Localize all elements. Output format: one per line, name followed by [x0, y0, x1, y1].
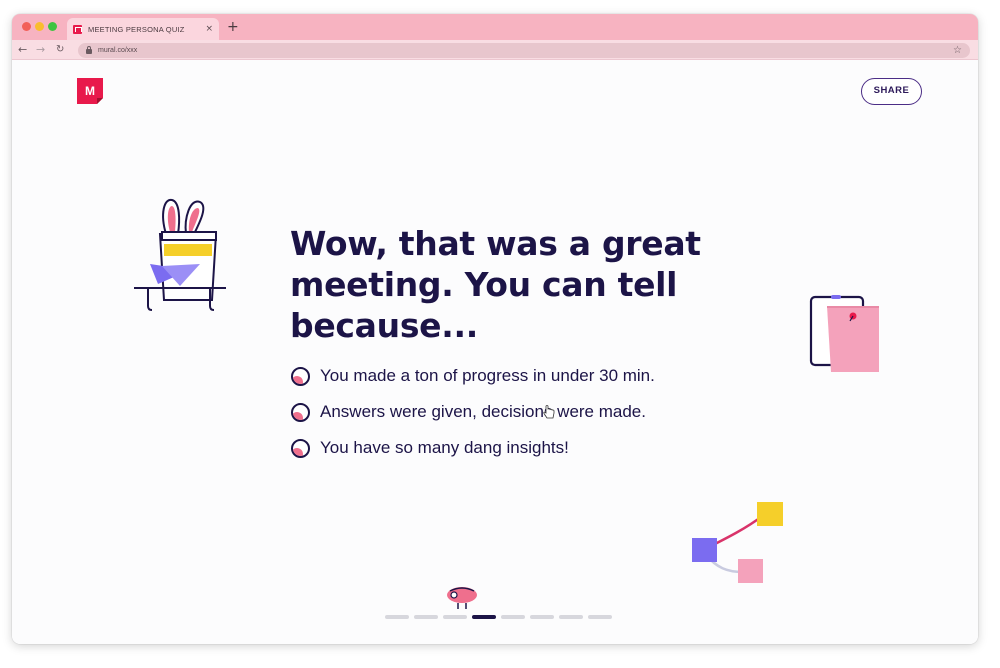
quiz-page: M SHARE Wow, that was a great meeting. Y…	[12, 60, 978, 644]
progress-step-2	[414, 615, 438, 619]
hat-rabbit-illustration	[134, 198, 226, 311]
tab-title: MEETING PERSONA QUIZ	[88, 24, 185, 34]
browser-window: MEETING PERSONA QUIZ × + ← → ↻ mural.co/…	[12, 14, 978, 644]
hand-cursor-icon	[543, 405, 555, 419]
character-illustration	[447, 587, 477, 609]
answer-option-2[interactable]: Answers were given, decisions were made.	[291, 394, 655, 430]
radio-icon[interactable]	[291, 366, 310, 386]
progress-step-6	[530, 615, 554, 619]
forward-arrow-icon[interactable]: →	[36, 42, 45, 58]
tab-strip: MEETING PERSONA QUIZ × +	[12, 14, 978, 40]
progress-step-8	[588, 615, 612, 619]
lock-icon	[86, 46, 92, 54]
answer-label[interactable]: You have so many dang insights!	[320, 438, 569, 458]
mural-logo[interactable]: M	[77, 78, 103, 104]
answer-options: You made a ton of progress in under 30 m…	[291, 358, 655, 466]
mural-favicon-icon	[73, 24, 82, 34]
address-bar[interactable]: mural.co/xxx ☆	[78, 43, 970, 58]
progress-step-1	[385, 615, 409, 619]
question-headline: Wow, that was a great meeting. You can t…	[290, 224, 701, 345]
answer-option-1[interactable]: You made a ton of progress in under 30 m…	[291, 358, 655, 394]
url-text[interactable]: mural.co/xxx	[98, 47, 137, 54]
reload-icon[interactable]: ↻	[56, 42, 64, 58]
back-arrow-icon[interactable]: ←	[18, 42, 27, 58]
browser-tab[interactable]: MEETING PERSONA QUIZ ×	[67, 18, 219, 40]
sticky-note-illustration	[809, 295, 879, 372]
tab-close-icon[interactable]: ×	[205, 24, 213, 34]
progress-indicator	[385, 615, 612, 619]
progress-step-3	[443, 615, 467, 619]
close-window-button[interactable]	[22, 22, 31, 31]
bookmark-star-icon[interactable]: ☆	[953, 43, 962, 58]
progress-step-7	[559, 615, 583, 619]
progress-step-4	[472, 615, 496, 619]
radio-icon[interactable]	[291, 402, 310, 422]
share-button[interactable]: SHARE	[861, 78, 922, 105]
radio-icon[interactable]	[291, 438, 310, 458]
new-tab-button[interactable]: +	[227, 19, 239, 35]
browser-toolbar: ← → ↻ mural.co/xxx ☆	[12, 40, 978, 60]
answer-label[interactable]: You made a ton of progress in under 30 m…	[320, 366, 655, 386]
logo-letter: M	[85, 84, 95, 98]
answer-label[interactable]: Answers were given, decisions were made.	[320, 402, 646, 422]
connected-nodes-illustration	[692, 502, 783, 583]
answer-option-3[interactable]: You have so many dang insights!	[291, 430, 655, 466]
progress-step-5	[501, 615, 525, 619]
maximize-window-button[interactable]	[48, 22, 57, 31]
minimize-window-button[interactable]	[35, 22, 44, 31]
